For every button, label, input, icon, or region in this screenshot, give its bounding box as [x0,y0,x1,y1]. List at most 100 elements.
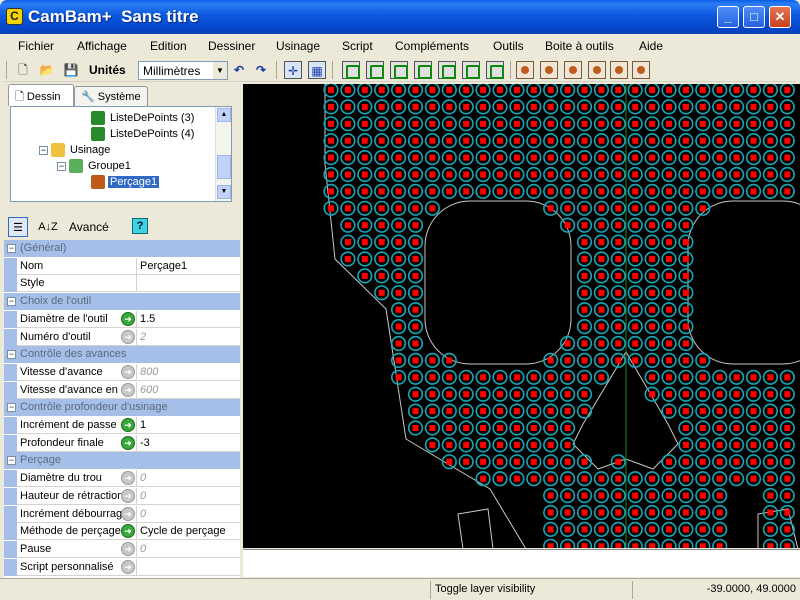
drill-hole[interactable] [475,471,491,487]
drill-hole[interactable] [779,488,795,504]
drill-hole[interactable] [475,437,491,453]
drill-hole[interactable] [678,149,694,166]
drill-hole[interactable] [745,437,762,453]
drill-hole[interactable] [593,84,609,98]
drill-hole[interactable] [509,183,525,199]
drill-hole[interactable] [357,268,373,284]
drill-hole[interactable] [779,420,795,436]
menu-outils[interactable]: Outils [493,39,524,53]
drill-hole[interactable] [576,488,593,504]
drill-hole[interactable] [374,133,390,149]
menu-fichier[interactable]: Fichier [18,39,54,53]
drill-hole[interactable] [560,183,576,199]
drill-hole[interactable] [627,538,643,549]
drill-hole[interactable] [627,285,643,301]
drill-hole[interactable] [458,84,474,98]
drill-hole[interactable] [644,200,660,216]
drill-hole[interactable] [543,183,559,199]
drill-hole[interactable] [340,183,356,199]
drill-hole[interactable] [712,454,728,470]
drill-hole[interactable] [526,133,542,149]
tree-scrollbar[interactable]: ▲ ▼ [215,107,231,201]
drill-hole[interactable] [458,454,474,470]
drill-hole[interactable] [357,166,373,183]
drill-hole[interactable] [610,149,626,166]
drill-hole[interactable] [576,251,593,267]
drill-hole[interactable] [407,200,424,216]
drill-hole[interactable] [593,488,610,504]
drill-hole[interactable] [441,99,457,115]
drill-hole[interactable] [543,420,559,436]
drill-hole[interactable] [695,369,711,385]
drill-hole[interactable] [745,471,762,487]
drill-hole[interactable] [661,84,677,98]
drill-hole[interactable] [441,183,457,199]
drill-hole[interactable] [576,84,593,98]
snap-grid-icon[interactable]: ✛ [284,61,302,79]
drill-hole[interactable] [593,268,610,284]
drill-hole[interactable] [627,319,643,335]
drill-hole[interactable] [644,116,660,132]
drill-hole[interactable] [357,251,373,267]
drill-hole[interactable] [627,99,643,115]
drill-hole[interactable] [407,285,424,301]
surface-icon[interactable] [462,61,480,79]
drill-hole[interactable] [492,84,508,98]
drill-hole[interactable] [407,403,424,419]
drill-hole[interactable] [458,183,474,199]
menu-boite-a-outils[interactable]: Boite à outils [545,39,614,53]
drill-hole[interactable] [560,488,576,504]
drill-hole[interactable] [407,133,424,149]
menu-usinage[interactable]: Usinage [276,39,320,53]
drill-hole[interactable] [560,538,576,549]
drill-hole[interactable] [407,217,424,233]
drill-hole[interactable] [695,352,711,369]
drill-hole[interactable] [340,133,356,149]
drill-hole[interactable] [576,352,593,369]
drill-hole[interactable] [745,420,762,436]
drill-hole[interactable] [644,251,660,267]
property-category[interactable]: − Choix de l'outil [4,293,240,311]
drill-hole[interactable] [475,84,491,98]
drill-hole[interactable] [745,369,762,385]
inherit-arrow-icon[interactable]: ➜ [121,364,135,379]
drill-hole[interactable] [729,437,745,453]
drill-hole[interactable] [407,166,424,183]
drill-hole[interactable] [475,420,491,436]
drawing-svg[interactable] [243,84,800,548]
drill-hole[interactable] [543,538,559,549]
drill-hole[interactable] [543,99,559,115]
drill-hole[interactable] [407,183,424,199]
drill-hole[interactable] [678,504,694,521]
drill-hole[interactable] [424,437,440,453]
drill-hole[interactable] [391,335,407,352]
drill-hole[interactable] [610,234,626,250]
drill-hole[interactable] [661,471,677,487]
drill-hole[interactable] [610,84,626,98]
drill-hole[interactable] [729,133,745,149]
drill-hole[interactable] [424,166,440,183]
tab-systeme[interactable]: 🔧 Système [74,86,148,106]
drill-hole[interactable] [661,268,677,284]
drill-hole[interactable] [357,149,373,166]
pocket-op-icon[interactable] [540,61,558,79]
open-folder-icon[interactable]: 📂 [38,61,56,79]
drill-hole[interactable] [357,217,373,233]
drill-hole[interactable] [424,420,440,436]
drill-hole[interactable] [357,99,373,115]
drill-hole[interactable] [627,521,643,538]
drill-hole[interactable] [407,84,424,98]
drill-hole[interactable] [526,386,542,402]
property-value[interactable]: 0 [140,508,146,520]
drill-hole[interactable] [424,200,440,216]
drill-hole[interactable] [745,183,762,199]
inherit-arrow-icon[interactable]: ➜ [121,311,135,326]
drill-hole[interactable] [712,403,728,419]
drill-hole[interactable] [560,504,576,521]
property-row[interactable]: Script personnalisé ➜ [4,558,240,576]
drill-hole[interactable] [407,116,424,132]
maximize-button[interactable]: □ [743,6,765,28]
menu-script[interactable]: Script [342,39,373,53]
drill-hole[interactable] [391,84,407,98]
drill-hole[interactable] [458,149,474,166]
